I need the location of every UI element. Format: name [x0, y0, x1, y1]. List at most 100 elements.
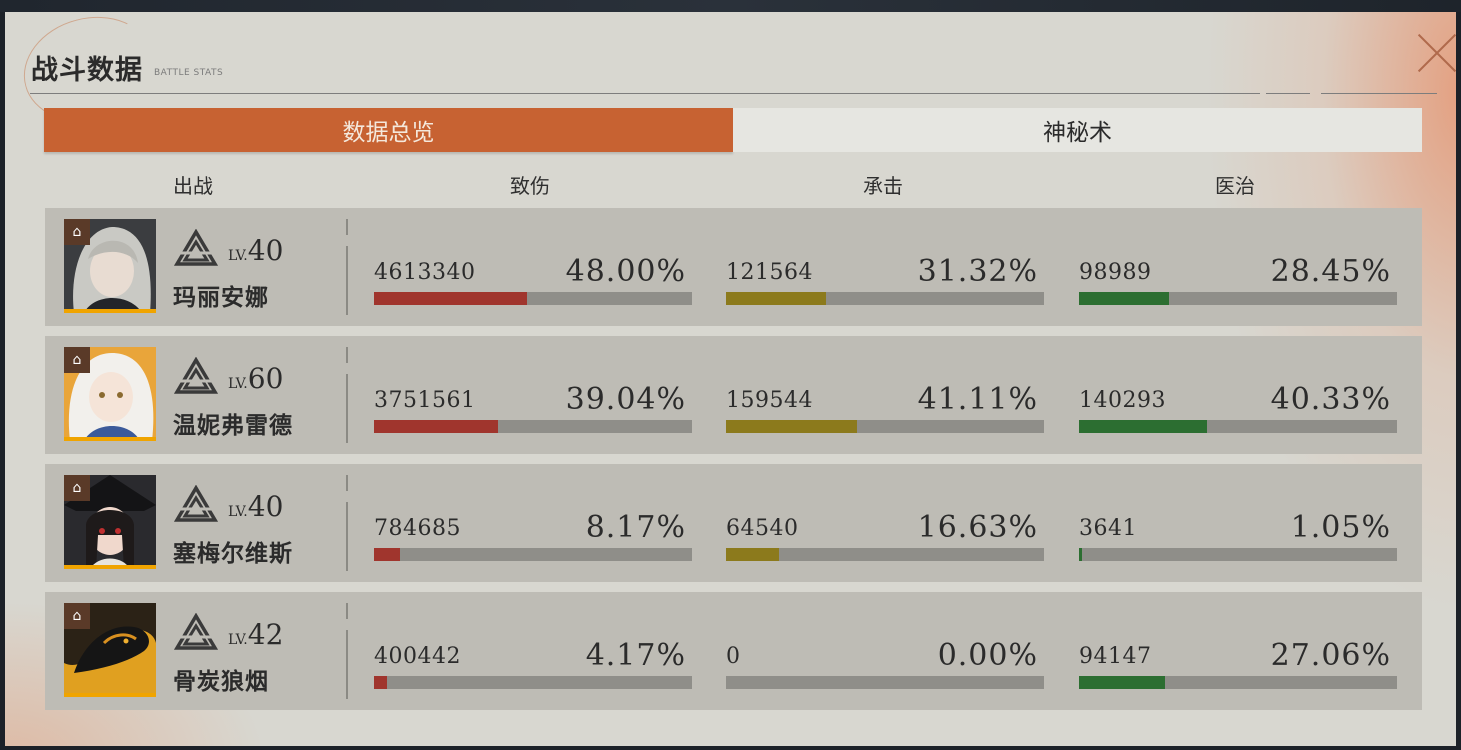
tab-arcanum[interactable]: 神秘术 [733, 108, 1422, 152]
character-name: 温妮弗雷德 [173, 412, 293, 439]
level-label: LV.40 [228, 490, 283, 523]
row-divider [346, 502, 348, 571]
background-strip [0, 0, 1461, 12]
heal-value: 94147 [1079, 644, 1152, 669]
heal-percent: 1.05% [1290, 510, 1391, 545]
level-prefix: LV. [228, 504, 248, 520]
heal-bar-track [1079, 292, 1397, 305]
heal-bar-fill [1079, 676, 1166, 689]
row-divider [346, 603, 348, 619]
level-value: 40 [247, 490, 284, 523]
character-portrait[interactable]: ⌂ [64, 219, 156, 313]
damage-bar-track [374, 548, 692, 561]
level-value: 60 [247, 362, 284, 395]
heal-bar-fill [1079, 292, 1170, 305]
column-header-taken: 承击 [863, 174, 903, 198]
row-divider [346, 475, 348, 491]
character-portrait[interactable]: ⌂ [64, 347, 156, 441]
character-name: 塞梅尔维斯 [173, 540, 293, 567]
character-row: ⌂ LV.40 玛丽安娜 4613340 48.00% 121564 31.32… [45, 208, 1422, 326]
heal-percent: 27.06% [1270, 638, 1391, 673]
battle-stats-panel: 战斗数据 BATTLE STATS 数据总览 神秘术 出战 致伤 承击 医治 ⌂… [5, 2, 1459, 746]
taken-value: 64540 [726, 516, 799, 541]
taken-percent: 41.11% [917, 382, 1038, 417]
damage-value: 784685 [374, 516, 461, 541]
level-value: 40 [247, 234, 284, 267]
taken-bar-fill [726, 548, 779, 561]
character-row: ⌂ LV.40 塞梅尔维斯 784685 8.17% 64540 16.63% … [45, 464, 1422, 582]
column-header-deploy: 出战 [173, 174, 213, 198]
taken-value: 121564 [726, 260, 813, 285]
header-divider [1266, 93, 1310, 94]
heal-bar-fill [1079, 548, 1083, 561]
house-role-icon: ⌂ [64, 219, 90, 245]
damage-percent: 48.00% [565, 254, 686, 289]
damage-bar-fill [374, 420, 499, 433]
heal-bar-track [1079, 420, 1397, 433]
taken-value: 0 [726, 644, 741, 669]
heal-percent: 28.45% [1270, 254, 1391, 289]
taken-bar-fill [726, 292, 826, 305]
heal-bar-track [1079, 676, 1397, 689]
character-row: ⌂ LV.42 骨炭狼烟 400442 4.17% 0 0.00% 94147 … [45, 592, 1422, 710]
insight-triangle-icon [174, 613, 218, 650]
taken-bar-track [726, 676, 1044, 689]
damage-bar-track [374, 420, 692, 433]
row-divider [346, 347, 348, 363]
house-role-icon: ⌂ [64, 475, 90, 501]
row-divider [346, 374, 348, 443]
level-label: LV.60 [228, 362, 283, 395]
damage-bar-fill [374, 548, 400, 561]
heal-bar-fill [1079, 420, 1208, 433]
level-prefix: LV. [228, 248, 248, 264]
taken-bar-track [726, 420, 1044, 433]
damage-value: 4613340 [374, 260, 476, 285]
heal-bar-track [1079, 548, 1397, 561]
taken-bar-track [726, 548, 1044, 561]
insight-triangle-icon [174, 357, 218, 394]
rarity-stripe [64, 693, 156, 697]
insight-triangle-icon [174, 485, 218, 522]
damage-value: 400442 [374, 644, 461, 669]
level-prefix: LV. [228, 376, 248, 392]
heal-value: 3641 [1079, 516, 1137, 541]
tab-data-overview[interactable]: 数据总览 [44, 108, 733, 152]
rarity-stripe [64, 437, 156, 441]
header-divider [1321, 93, 1437, 94]
character-portrait[interactable]: ⌂ [64, 475, 156, 569]
header-divider [30, 93, 1260, 94]
damage-bar-track [374, 292, 692, 305]
damage-value: 3751561 [374, 388, 476, 413]
taken-percent: 16.63% [917, 510, 1038, 545]
heal-percent: 40.33% [1270, 382, 1391, 417]
taken-bar-fill [726, 420, 857, 433]
heal-value: 98989 [1079, 260, 1152, 285]
row-divider [346, 630, 348, 699]
damage-percent: 8.17% [585, 510, 686, 545]
close-icon[interactable] [1415, 32, 1459, 76]
row-divider [346, 219, 348, 235]
page-subtitle: BATTLE STATS [154, 68, 224, 78]
rarity-stripe [64, 565, 156, 569]
level-value: 42 [247, 618, 284, 651]
damage-bar-fill [374, 676, 388, 689]
row-divider [346, 246, 348, 315]
column-header-damage: 致伤 [510, 174, 550, 198]
damage-percent: 4.17% [585, 638, 686, 673]
house-role-icon: ⌂ [64, 603, 90, 629]
heal-value: 140293 [1079, 388, 1166, 413]
rarity-stripe [64, 309, 156, 313]
character-name: 玛丽安娜 [173, 284, 269, 311]
taken-bar-track [726, 292, 1044, 305]
taken-value: 159544 [726, 388, 813, 413]
damage-bar-fill [374, 292, 527, 305]
character-name: 骨炭狼烟 [173, 668, 269, 695]
page-title: 战斗数据 [31, 55, 143, 86]
insight-triangle-icon [174, 229, 218, 266]
column-header-heal: 医治 [1215, 174, 1255, 198]
character-portrait[interactable]: ⌂ [64, 603, 156, 697]
taken-percent: 31.32% [917, 254, 1038, 289]
level-label: LV.42 [228, 618, 283, 651]
taken-percent: 0.00% [937, 638, 1038, 673]
level-label: LV.40 [228, 234, 283, 267]
